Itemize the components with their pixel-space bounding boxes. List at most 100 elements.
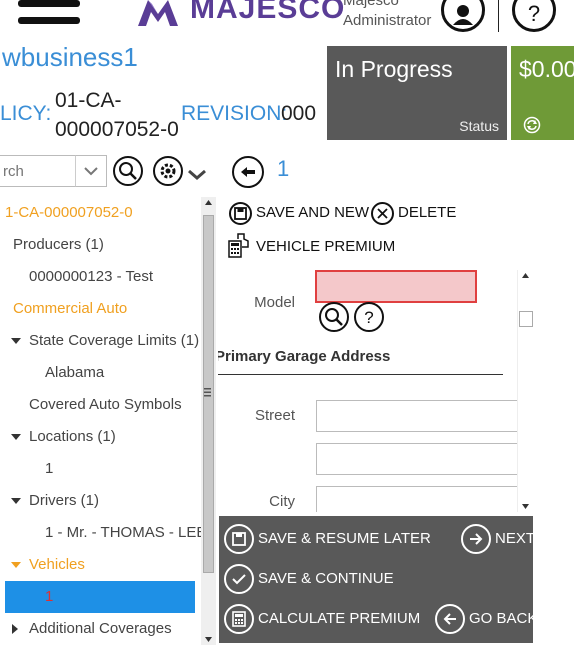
vehicle-premium-label: VEHICLE PREMIUM <box>256 238 396 255</box>
next-button[interactable]: NEXT <box>461 524 536 554</box>
tree-scrollbar[interactable] <box>201 197 216 645</box>
tree-item-label: Covered Auto Symbols <box>29 396 182 413</box>
tree-item-label: 1 <box>45 460 54 477</box>
tree-item-covered-auto-symbols[interactable]: Covered Auto Symbols <box>0 389 229 421</box>
street-input-line2[interactable] <box>316 443 518 475</box>
revision-value: 000 <box>281 102 317 125</box>
scroll-up-arrow-icon[interactable] <box>201 197 216 209</box>
status-label: Status <box>459 118 499 134</box>
policy-label: LICY: <box>0 102 52 125</box>
section-title: Primary Garage Address <box>218 348 391 365</box>
save-and-new-button[interactable]: SAVE AND NEW <box>229 201 369 225</box>
tree-item-commercial-auto[interactable]: Commercial Auto <box>0 293 213 325</box>
model-input[interactable] <box>315 270 477 303</box>
tree-item-drivers[interactable]: Drivers (1) <box>0 485 229 517</box>
tree-item-locations[interactable]: Locations (1) <box>0 421 229 453</box>
header-divider <box>498 0 499 32</box>
gear-icon[interactable] <box>153 156 183 186</box>
status-tile: In Progress Status <box>327 46 507 140</box>
premium-tile: $0.00 <box>511 46 574 140</box>
save-icon <box>224 524 254 554</box>
revision-label: REVISION: <box>181 102 288 125</box>
search-dropdown-button[interactable] <box>75 155 107 187</box>
tree-item-label: Commercial Auto <box>13 300 128 317</box>
svg-text:?: ? <box>364 308 373 327</box>
policy-tree: 1-CA-000007052-0 Producers (1) 000000012… <box>0 197 216 645</box>
street-label: Street <box>254 407 295 424</box>
scroll-down-arrow-icon[interactable] <box>201 633 216 645</box>
save-and-new-label: SAVE AND NEW <box>256 204 370 221</box>
user-profile-icon[interactable] <box>441 0 485 32</box>
tree-item-additional-coverages[interactable]: Additional Coverages <box>0 613 229 645</box>
section-divider <box>218 374 503 375</box>
save-continue-button[interactable]: SAVE & CONTINUE <box>224 564 424 594</box>
tree-item-label: Alabama <box>45 364 105 381</box>
menu-icon[interactable] <box>18 0 80 30</box>
vehicle-premium-button[interactable]: VEHICLE PREMIUM <box>228 233 395 259</box>
user-role: Administrator <box>343 12 432 29</box>
arrow-left-icon <box>435 604 465 634</box>
search-input-wrapper <box>0 155 76 187</box>
city-input[interactable] <box>316 486 518 512</box>
model-help-icon[interactable]: ? <box>354 302 384 332</box>
tree-item-vehicle-1[interactable]: 1 <box>5 581 195 613</box>
tree-item-policy[interactable]: 1-CA-000007052-0 <box>0 197 205 229</box>
save-icon <box>229 202 252 225</box>
delete-button[interactable]: DELETE <box>371 201 456 225</box>
tree-item-label: 1 - Mr. - THOMAS - LEE <box>45 524 207 541</box>
arrow-right-icon <box>461 524 491 554</box>
search-input[interactable] <box>3 156 75 186</box>
premium-amount: $0.00 <box>519 56 574 82</box>
calculate-premium-button[interactable]: CALCULATE PREMIUM <box>224 604 424 634</box>
tree-item-producers[interactable]: Producers (1) <box>0 229 213 261</box>
tree-item-label: Additional Coverages <box>29 620 172 637</box>
tree-item-label: 1 <box>45 588 54 605</box>
back-arrow-icon[interactable] <box>232 156 264 188</box>
panel-splitter-handle[interactable] <box>204 388 211 397</box>
help-icon[interactable]: ? <box>512 0 556 32</box>
tree-item-label: 1-CA-000007052-0 <box>5 204 133 221</box>
tree-item-producer-test[interactable]: 0000000123 - Test <box>0 261 229 293</box>
status-value: In Progress <box>335 56 453 82</box>
save-resume-later-label: SAVE & RESUME LATER <box>258 530 431 547</box>
checkmark-icon <box>224 564 254 594</box>
model-label: Model <box>254 294 295 311</box>
tree-item-label: Drivers (1) <box>29 492 99 509</box>
delete-label: DELETE <box>398 204 457 221</box>
revision-link[interactable]: 1 <box>277 156 289 182</box>
form-scroll-down-icon[interactable] <box>518 500 533 512</box>
brand-name: MAJESCO <box>190 0 346 25</box>
model-search-icon[interactable] <box>319 302 349 332</box>
go-back-label: GO BACK <box>469 610 538 627</box>
tree-item-label: 0000000123 - Test <box>29 268 153 285</box>
tree-item-state-coverage[interactable]: State Coverage Limits (1) <box>0 325 229 357</box>
form-scrollbar[interactable] <box>517 270 533 512</box>
save-resume-later-button[interactable]: SAVE & RESUME LATER <box>224 524 431 554</box>
policy-number-line2: 000007052-0 <box>55 118 179 141</box>
calculator-icon <box>224 604 254 634</box>
search-icon[interactable] <box>113 156 143 186</box>
tree-item-label: Vehicles <box>29 556 85 573</box>
majesco-logo-icon <box>138 0 184 26</box>
city-label: City <box>269 493 295 510</box>
tree-item-label: Producers (1) <box>13 236 104 253</box>
calculator-hand-icon <box>228 233 254 259</box>
policy-number-line1: 01-CA- <box>55 89 122 112</box>
chevron-down-icon[interactable] <box>186 166 208 182</box>
form-scroll-thumb[interactable] <box>519 311 533 327</box>
go-back-button[interactable]: GO BACK <box>435 604 537 634</box>
delete-x-icon <box>371 202 394 225</box>
tree-item-vehicles[interactable]: Vehicles <box>0 549 229 581</box>
svg-text:?: ? <box>528 1 540 26</box>
save-continue-label: SAVE & CONTINUE <box>258 570 394 587</box>
tree-item-label: State Coverage Limits (1) <box>29 332 200 349</box>
calculate-premium-label: CALCULATE PREMIUM <box>258 610 421 627</box>
refresh-icon[interactable] <box>523 116 541 134</box>
form-scroll-up-icon[interactable] <box>518 270 533 282</box>
business-name: wbusiness1 <box>2 42 138 72</box>
street-input-line1[interactable] <box>316 400 518 432</box>
action-footer: SAVE & RESUME LATER NEXT SAVE & CONTINUE… <box>219 516 537 643</box>
vehicle-form: Model ? Primary Garage Address Street Ci… <box>218 270 518 512</box>
next-label: NEXT <box>495 530 536 547</box>
tree-item-label: Locations (1) <box>29 428 116 445</box>
